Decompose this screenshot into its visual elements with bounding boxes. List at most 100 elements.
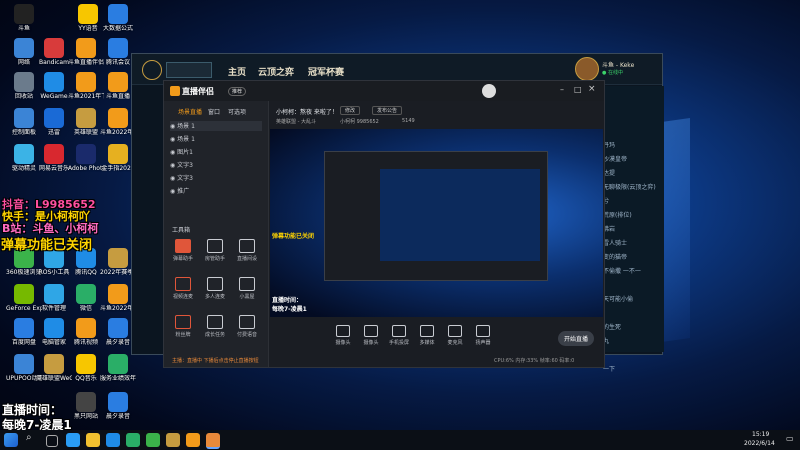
tab-window[interactable]: 窗口 [208, 107, 220, 116]
desktop-icon[interactable]: 斗鱼2021年下半年 [68, 72, 104, 100]
desktop-icon[interactable]: 大数据公式 [100, 4, 136, 32]
toolbox-item[interactable]: 视频连麦 [170, 277, 196, 300]
stream-control[interactable]: 麦克风 [440, 325, 470, 346]
app-icon [14, 318, 34, 338]
desktop-icon[interactable]: 腾讯视频 [68, 318, 104, 346]
tool-icon [207, 239, 223, 253]
start-live-button[interactable]: 开始直播 [558, 331, 595, 346]
control-icon [392, 325, 406, 337]
stream-control[interactable]: 摄像头 [328, 325, 358, 346]
tab-options[interactable]: 可选项 [228, 107, 246, 116]
maximize-icon[interactable]: □ [574, 85, 582, 94]
tool-label: 直播间设 [236, 256, 257, 262]
desktop-icon[interactable]: 英雄联盟 [68, 108, 104, 136]
desktop-icon-label: 软件管理 [41, 305, 66, 312]
desktop-icon[interactable]: WeGame [36, 72, 72, 100]
desktop-icon[interactable]: 电脑管家 [36, 318, 72, 346]
stream-control[interactable]: 摄像头 [356, 325, 386, 346]
desktop-icon[interactable]: 黑只网站 [68, 392, 104, 420]
taskbar-edge-icon[interactable] [66, 433, 80, 447]
source-row[interactable]: ◉ 场景 1 [170, 134, 262, 144]
desktop-icon[interactable]: Adobe Photosh... [68, 144, 104, 172]
app-icon [76, 108, 96, 128]
app-logo-icon [170, 86, 180, 96]
desktop-icon[interactable]: Bandicam [36, 38, 72, 66]
category-label[interactable]: 英雄联盟 - 大乱斗 [276, 118, 316, 125]
nav-tft[interactable]: 云顶之弈 [258, 65, 294, 78]
toolbox-item[interactable]: 小黑屋 [234, 277, 260, 300]
desktop-icon[interactable]: 英雄联盟WeGame版 [36, 354, 72, 382]
app-icon [76, 38, 96, 58]
taskview-icon[interactable] [46, 435, 58, 447]
stream-control[interactable]: 扬声器 [468, 325, 498, 346]
control-label: 扬声器 [475, 340, 491, 346]
player-avatar[interactable] [575, 57, 599, 81]
desktop-icon-label: 服务业绩效年任务表 [100, 375, 136, 382]
source-row[interactable]: ◉ 场景 1 [170, 121, 262, 131]
taskbar-companion-icon[interactable] [206, 433, 220, 449]
taskbar-qq-icon[interactable] [106, 433, 120, 447]
control-label: 麦克风 [447, 340, 463, 346]
tool-label: 多人连麦 [204, 294, 225, 300]
taskbar-lol-icon[interactable] [166, 433, 180, 447]
tool-label: 成长任务 [204, 332, 225, 338]
taskbar-douyu-icon[interactable] [186, 433, 200, 447]
toolbox-item[interactable]: 成长任务 [202, 315, 228, 338]
desktop-icon[interactable]: 斗鱼 [6, 4, 42, 32]
tray-date: 2022/6/14 [744, 440, 775, 447]
desktop-icon-label: 腾讯QQ [75, 269, 97, 276]
toolbox-item[interactable]: 付费语音 [234, 315, 260, 338]
control-icon [476, 325, 490, 337]
desktop-icon[interactable]: QQ音乐 [68, 354, 104, 382]
chat-line: 雪人骑士 [603, 240, 628, 247]
taskbar-wechat-icon[interactable] [126, 433, 140, 447]
app-icon [14, 4, 34, 24]
desktop-icon[interactable]: 迅雷 [36, 108, 72, 136]
friends-chat-panel[interactable]: 丹玛 沙漠皇帝 达提 无聊极限(云顶之弈) 兮荒原(排位) 沸岩 雪人骑士 变的猫帝 不偷撒 一… [598, 86, 664, 373]
desktop-icon[interactable]: 微信 [68, 284, 104, 312]
toolbox-item[interactable]: 房管助手 [202, 239, 228, 262]
stream-control[interactable]: 手机投屏 [384, 325, 414, 346]
tool-icon [207, 277, 223, 291]
desktop-icon-label: 迅雷 [47, 129, 60, 136]
app-icon [44, 284, 64, 304]
toolbox-item[interactable]: 多人连麦 [202, 277, 228, 300]
taskbar: ⌕ 15:19 2022/6/14 ▭ [0, 430, 800, 450]
app-icon [14, 38, 34, 58]
nav-home[interactable]: 主页 [228, 65, 246, 78]
start-button[interactable] [4, 433, 18, 447]
desktop-icon[interactable]: 网易云音乐 [36, 144, 72, 172]
edit-title-button[interactable]: 修改 [340, 106, 361, 115]
tool-icon [239, 239, 255, 253]
play-button[interactable] [166, 62, 212, 78]
minimize-icon[interactable]: – [560, 85, 564, 94]
source-row[interactable]: ◉ 文字3 [170, 160, 262, 170]
toolbox-item[interactable]: 弹幕助手 [170, 239, 196, 262]
live-companion-window[interactable]: 直播伴侣 推荐 – □ × 场景直播 窗口 可选项 ◉ 场景 1 ◉ 场景 1 … [163, 80, 605, 368]
user-avatar[interactable] [482, 84, 496, 98]
source-row[interactable]: ◉ 文字3 [170, 173, 262, 183]
stream-preview[interactable]: 弹幕功能已关闭 直播时间： 每晚7-凌晨1 [270, 129, 603, 317]
taskbar-folder-icon[interactable] [86, 433, 100, 447]
notification-icon[interactable]: ▭ [786, 434, 794, 443]
chat-line: 沙漠皇帝 [603, 156, 628, 163]
source-row[interactable]: ◉ 推广 [170, 186, 262, 196]
app-icon [108, 318, 128, 338]
desktop-icon[interactable]: 服务业绩效年任务表 [100, 354, 136, 382]
desktop-icon[interactable]: 斗鱼直播伴侣 [68, 38, 104, 66]
preview-time-label: 直播时间： [272, 297, 303, 304]
search-icon[interactable]: ⌕ [26, 432, 32, 443]
tab-scene[interactable]: 场景直播 [178, 107, 202, 116]
stream-control[interactable]: 多媒体 [412, 325, 442, 346]
app-icon [108, 144, 128, 164]
toolbox-item[interactable]: 粉丝牌 [170, 315, 196, 338]
toolbox-item[interactable]: 直播间设 [234, 239, 260, 262]
close-icon[interactable]: × [588, 84, 596, 94]
source-row[interactable]: ◉ 图片1 [170, 147, 262, 157]
desktop-icon[interactable]: 晨夕录音 [100, 392, 136, 420]
taskbar-360-icon[interactable] [146, 433, 160, 447]
nav-cup[interactable]: 冠军杯赛 [308, 65, 344, 78]
app-icon [14, 108, 34, 128]
desktop-icon[interactable]: 软件管理 [36, 284, 72, 312]
notice-button[interactable]: 发布公告 [372, 106, 403, 115]
